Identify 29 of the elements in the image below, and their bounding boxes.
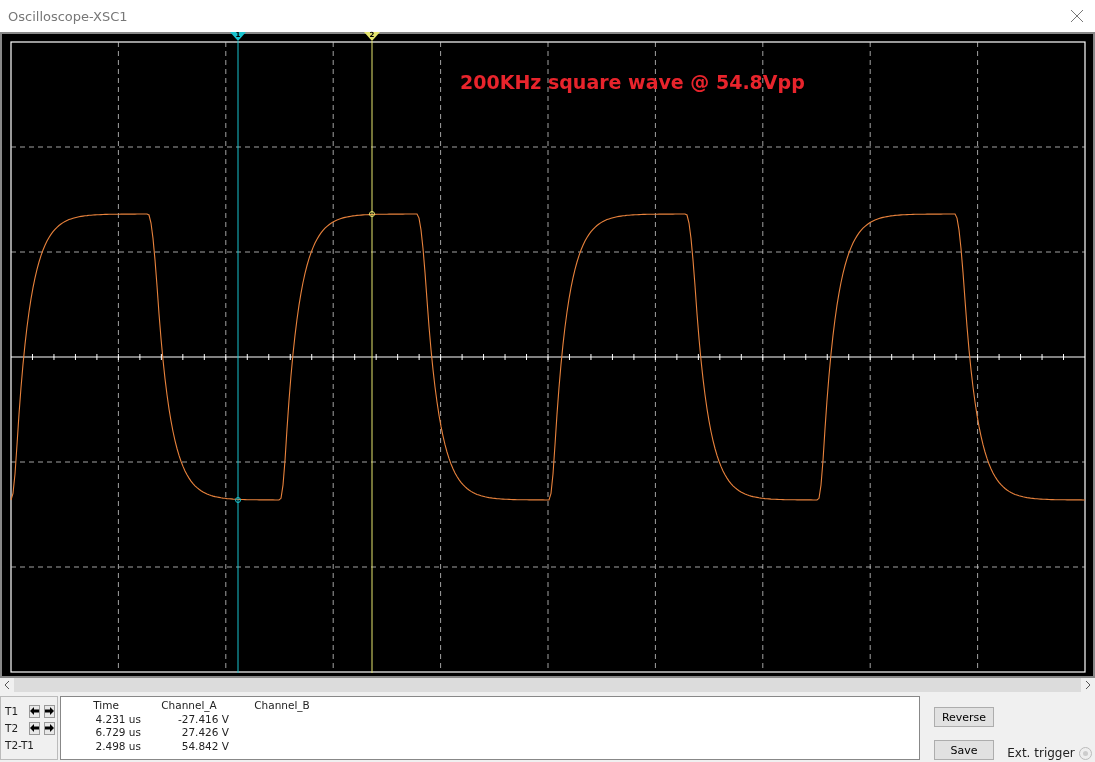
column-header: Time: [92, 699, 120, 713]
row-label: T2-T1: [5, 739, 34, 751]
step-right-button[interactable]: [44, 704, 55, 718]
table-cell-text: 4.231 us: [94, 712, 141, 726]
column-header: Channel_A: [160, 699, 218, 713]
annotation-text: 200KHz square wave @ 54.8Vpp: [460, 71, 805, 93]
row-label: T2: [5, 722, 20, 734]
step-left-button[interactable]: [29, 704, 40, 718]
ext-trigger-radio[interactable]: [1078, 746, 1092, 760]
table-cell-text: 27.426 V: [180, 726, 229, 740]
table-cell-text: -27.416 V: [176, 712, 229, 726]
save-button[interactable]: Save: [934, 740, 994, 760]
cursor-point: [369, 211, 375, 217]
table-cell-text: 54.842 V: [180, 739, 229, 753]
table-cell-text: 6.729 us: [94, 726, 141, 740]
ext-trigger-label: Ext. trigger: [1007, 746, 1075, 760]
table-cell-text: 2.498 us: [94, 739, 141, 753]
scroll-left-button[interactable]: [0, 678, 14, 692]
window-title: Oscilloscope-XSC1: [8, 8, 128, 24]
step-right-button[interactable]: [44, 721, 55, 735]
reverse-button[interactable]: Reverse: [934, 707, 994, 727]
cursor-point: [235, 497, 241, 503]
chevron-right-icon: [1085, 681, 1091, 689]
chevron-left-icon: [4, 681, 10, 689]
step-left-button[interactable]: [29, 721, 40, 735]
horizontal-scrollbar[interactable]: [0, 678, 1095, 692]
column-header: Channel_B: [253, 699, 311, 713]
row-label: T1: [5, 705, 20, 717]
scroll-right-button[interactable]: [1081, 678, 1095, 692]
